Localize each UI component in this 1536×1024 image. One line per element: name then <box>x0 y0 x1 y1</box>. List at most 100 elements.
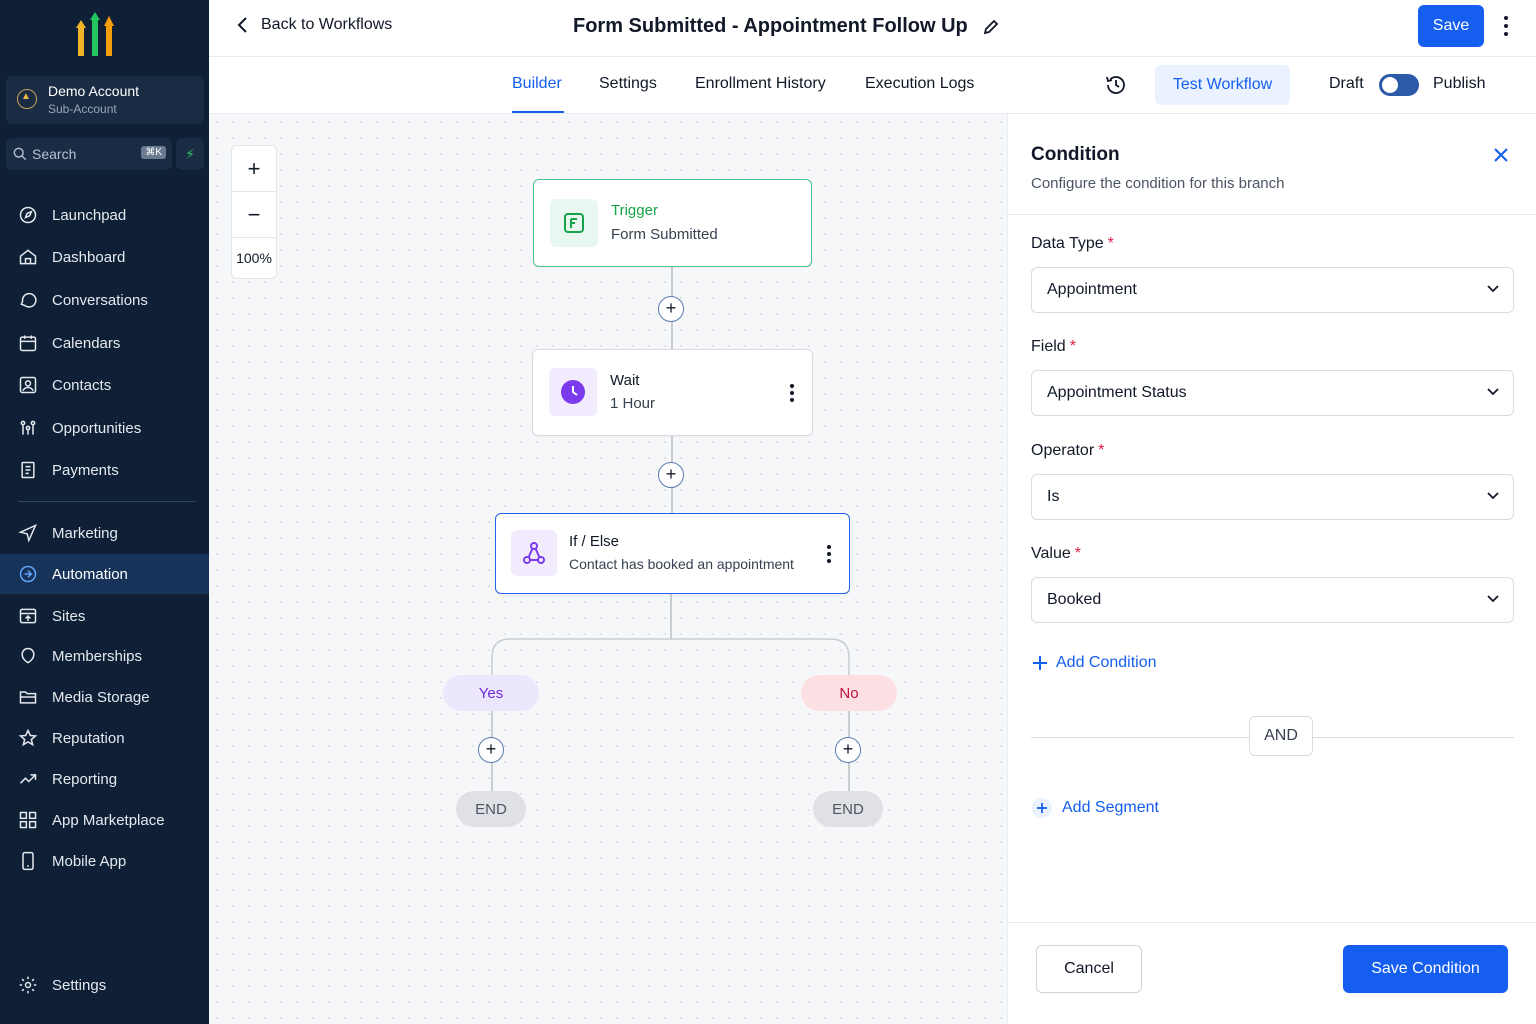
phone-icon <box>22 851 34 871</box>
sidebar-item-label: Media Storage <box>52 688 150 706</box>
automation-icon <box>19 565 37 583</box>
operator-select[interactable]: Is <box>1031 474 1514 520</box>
tab-settings[interactable]: Settings <box>599 75 657 93</box>
value-label: Value * <box>1031 545 1081 562</box>
send-icon <box>18 524 37 543</box>
save-condition-button[interactable]: Save Condition <box>1343 945 1508 993</box>
sidebar-item-contacts[interactable]: Contacts <box>0 365 209 405</box>
field-value: Appointment Status <box>1047 384 1187 401</box>
add-segment-button[interactable]: Add Segment <box>1032 798 1159 818</box>
test-workflow-button[interactable]: Test Workflow <box>1155 65 1290 105</box>
chevron-down-icon <box>1487 388 1499 396</box>
sidebar-item-sites[interactable]: Sites <box>0 596 209 636</box>
chevron-down-icon <box>1487 492 1499 500</box>
search-shortcut: ⌘K <box>141 146 166 159</box>
badge-icon <box>21 647 35 664</box>
branch-icon <box>511 530 557 576</box>
sidebar-item-label: Automation <box>52 565 128 583</box>
if-else-node[interactable]: If / Else Contact has booked an appointm… <box>495 513 850 594</box>
node-menu-icon[interactable] <box>826 544 832 564</box>
sidebar-item-label: Reputation <box>52 729 125 747</box>
ifelse-label: If / Else <box>569 533 620 550</box>
sidebar-item-label: Memberships <box>52 647 143 665</box>
data-type-select[interactable]: Appointment <box>1031 267 1514 313</box>
panel-subtitle: Configure the condition for this branch <box>1031 175 1285 192</box>
logo-icon[interactable] <box>76 10 116 58</box>
tab-enrollment-history[interactable]: Enrollment History <box>695 75 826 93</box>
sidebar-item-conversations[interactable]: Conversations <box>0 280 209 320</box>
cancel-button[interactable]: Cancel <box>1036 945 1142 993</box>
node-menu-icon[interactable] <box>789 383 795 403</box>
add-step-button[interactable]: + <box>658 462 684 488</box>
end-node: END <box>456 791 526 827</box>
sidebar-item-label: Marketing <box>52 524 118 542</box>
save-button[interactable]: Save <box>1418 5 1484 47</box>
no-branch-label[interactable]: No <box>801 675 897 711</box>
yes-branch-label[interactable]: Yes <box>443 675 539 711</box>
history-icon[interactable] <box>1104 73 1128 97</box>
sidebar-item-payments[interactable]: Payments <box>0 450 209 490</box>
condition-panel: Condition Configure the condition for th… <box>1007 114 1536 1024</box>
plus-icon <box>1032 798 1052 818</box>
sidebar-item-automation[interactable]: Automation <box>0 554 209 594</box>
sidebar-item-calendars[interactable]: Calendars <box>0 323 209 363</box>
contact-icon <box>19 376 37 394</box>
sidebar-item-label: Launchpad <box>52 206 127 224</box>
add-step-button[interactable]: + <box>835 737 861 763</box>
sidebar-item-dashboard[interactable]: Dashboard <box>0 237 209 277</box>
grid-icon <box>19 811 37 829</box>
connector-line <box>670 593 672 639</box>
sidebar-item-memberships[interactable]: Memberships <box>0 636 209 676</box>
chevron-down-icon <box>1487 285 1499 293</box>
sidebar-item-media-storage[interactable]: Media Storage <box>0 677 209 717</box>
end-node: END <box>813 791 883 827</box>
sidebar-item-mobile-app[interactable]: Mobile App <box>0 841 209 881</box>
sidebar-item-label: Mobile App <box>52 852 127 870</box>
and-operator-button[interactable]: AND <box>1249 716 1313 756</box>
gear-icon <box>19 976 37 994</box>
branch-connector <box>491 638 850 695</box>
more-options-icon[interactable] <box>1497 14 1515 38</box>
sidebar-item-reporting[interactable]: Reporting <box>0 759 209 799</box>
sidebar-item-label: Settings <box>52 976 107 994</box>
tab-builder[interactable]: Builder <box>512 75 562 93</box>
data-type-value: Appointment <box>1047 281 1137 298</box>
site-icon <box>19 608 37 624</box>
tab-execution-logs[interactable]: Execution Logs <box>865 75 974 93</box>
pencil-icon[interactable] <box>982 18 1000 36</box>
quick-action-bolt-icon[interactable]: ⚡ <box>176 138 204 170</box>
wait-label: Wait <box>610 372 640 389</box>
folder-icon <box>19 691 37 704</box>
trend-icon <box>19 774 37 784</box>
sidebar-item-opportunities[interactable]: Opportunities <box>0 408 209 448</box>
add-condition-label: Add Condition <box>1056 654 1157 671</box>
search-input[interactable]: Search ⌘K <box>6 138 172 170</box>
sidebar-item-marketing[interactable]: Marketing <box>0 513 209 553</box>
close-icon[interactable] <box>1492 146 1510 164</box>
sidebar-item-label: Contacts <box>52 376 112 394</box>
account-switcher[interactable]: Demo Account Sub-Account <box>6 76 204 124</box>
add-step-button[interactable]: + <box>478 737 504 763</box>
nav-divider <box>18 501 196 502</box>
field-label: Field * <box>1031 338 1076 355</box>
trigger-node[interactable]: Trigger Form Submitted <box>533 179 812 267</box>
zoom-in-button[interactable]: + <box>232 146 276 192</box>
add-step-button[interactable]: + <box>658 296 684 322</box>
account-avatar-icon <box>17 89 37 109</box>
trigger-label: Trigger <box>611 202 658 219</box>
add-condition-button[interactable]: Add Condition <box>1032 654 1157 672</box>
workflow-title: Form Submitted - Appointment Follow Up <box>573 15 1000 38</box>
publish-toggle[interactable] <box>1379 74 1419 96</box>
zoom-out-button[interactable]: − <box>232 192 276 238</box>
field-select[interactable]: Appointment Status <box>1031 370 1514 416</box>
sidebar-item-label: App Marketplace <box>52 811 165 829</box>
sidebar-item-settings[interactable]: Settings <box>0 965 209 1005</box>
sidebar-item-app-marketplace[interactable]: App Marketplace <box>0 800 209 840</box>
value-select[interactable]: Booked <box>1031 577 1514 623</box>
sidebar-item-label: Calendars <box>52 334 121 352</box>
sidebar-item-launchpad[interactable]: Launchpad <box>0 195 209 235</box>
wait-node[interactable]: Wait 1 Hour <box>532 349 813 436</box>
back-to-workflows-link[interactable]: Back to Workflows <box>237 16 392 34</box>
sidebar-item-reputation[interactable]: Reputation <box>0 718 209 758</box>
sidebar-item-label: Dashboard <box>52 248 126 266</box>
